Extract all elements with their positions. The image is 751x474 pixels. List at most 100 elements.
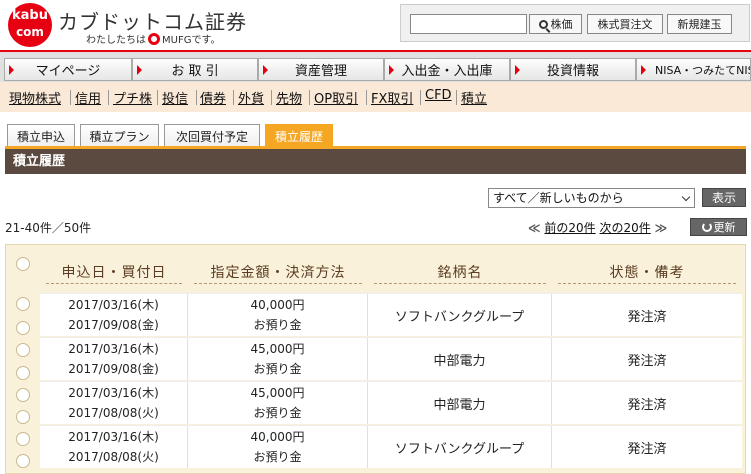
amount: 40,000円 (250, 430, 305, 444)
table-row: 2017/03/16(木) 2017/08/08(火) 45,000円 お預り金 中… (40, 381, 742, 424)
subnav-divider (70, 90, 71, 105)
show-button[interactable]: 表示 (702, 188, 746, 207)
nav-arrow-icon (263, 65, 268, 75)
amount-cell: 45,000円 お預り金 (188, 382, 368, 424)
page-title: 積立履歴 (5, 149, 746, 174)
buy-date: 2017/09/08(金) (68, 318, 159, 332)
subnav-divider (420, 90, 421, 105)
payment-method: お預り金 (253, 450, 302, 464)
header-name: 銘柄名 (368, 253, 552, 290)
subnav-spot-stock[interactable]: 現物株式 (9, 88, 61, 107)
nav-nisa[interactable]: NISA・つみたてNISA (636, 58, 751, 81)
date-cell: 2017/03/16(木) 2017/08/08(火) (40, 382, 188, 424)
sort-select-value: すべて／新しいものから (493, 191, 624, 205)
payment-method: お預り金 (253, 318, 302, 332)
stock-search-input[interactable] (410, 14, 527, 34)
date-cell: 2017/03/16(木) 2017/08/08(火) (40, 426, 188, 468)
next-page-link[interactable]: 次の20件 (600, 221, 651, 235)
nav-assets[interactable]: 資産管理 (258, 58, 384, 81)
nav-arrow-icon (515, 65, 520, 75)
subnav-futures[interactable]: 先物 (276, 88, 302, 107)
subnav-divider (456, 90, 457, 105)
binder-ring-icon (16, 454, 30, 468)
nav-mypage[interactable]: マイページ (4, 58, 132, 81)
refresh-label: 更新 (713, 221, 736, 234)
nav-label: マイページ (35, 64, 101, 79)
nav-info[interactable]: 投資情報 (510, 58, 636, 81)
buy-date: 2017/08/08(火) (68, 406, 159, 420)
prev-page-link[interactable]: 前の20件 (544, 221, 595, 235)
new-position-button[interactable]: 新規建玉 (667, 14, 732, 34)
tab-next-purchase[interactable]: 次回買付予定 (164, 124, 260, 147)
nav-arrow-icon (137, 65, 142, 75)
binder-ring-icon (16, 388, 30, 402)
nav-label: お 取 引 (171, 64, 219, 79)
subnav-divider (366, 90, 367, 105)
date-cell: 2017/03/16(木) 2017/09/08(金) (40, 294, 188, 336)
table-row: 2017/03/16(木) 2017/09/08(金) 45,000円 お預り金 中… (40, 337, 742, 380)
subnav-cfd[interactable]: CFD (425, 88, 452, 103)
subnav-petit-stock[interactable]: プチ株 (113, 88, 152, 107)
header-tools: 株価 株式買注文 新規建玉 (400, 4, 750, 42)
binder-ring-icon (16, 432, 30, 446)
pager: ≪ 前の20件 次の20件 ≫ (528, 219, 667, 236)
stock-name: 中部電力 (368, 382, 552, 424)
nav-deposit[interactable]: 入出金・入出庫 (384, 58, 510, 81)
status: 発注済 (627, 397, 667, 413)
subnav-options[interactable]: OP取引 (314, 88, 358, 107)
nav-arrow-icon (9, 65, 14, 75)
chevron-down-icon (681, 192, 691, 202)
binder-ring-icon (16, 343, 30, 357)
subnav-bond[interactable]: 債券 (200, 88, 226, 107)
binder-ring-icon (16, 321, 30, 335)
stock-buy-order-button[interactable]: 株式買注文 (587, 14, 663, 34)
subnav-fx[interactable]: FX取引 (371, 88, 413, 107)
amount: 45,000円 (250, 342, 305, 356)
nav-arrow-icon (641, 65, 646, 75)
payment-method: お預り金 (253, 406, 302, 420)
sort-select[interactable]: すべて／新しいものから (488, 188, 695, 208)
result-count: 21-40件／50件 (5, 221, 92, 235)
apply-date: 2017/03/16(木) (68, 386, 159, 400)
nav-label: 投資情報 (546, 64, 599, 79)
amount-cell: 40,000円 お預り金 (188, 426, 368, 468)
refresh-button[interactable]: 更新 (690, 218, 747, 236)
next-arrow-icon: ≫ (654, 221, 668, 235)
amount-cell: 40,000円 お預り金 (188, 294, 368, 336)
subnav-divider (309, 90, 310, 105)
subnav-margin[interactable]: 信用 (75, 88, 101, 107)
refresh-icon (701, 222, 712, 232)
nav-arrow-icon (389, 65, 394, 75)
history-table: 申込日・買付日 指定金額・決済方法 銘柄名 状態・備考 2017/03/16(木… (5, 244, 746, 474)
subnav-fund[interactable]: 投信 (162, 88, 188, 107)
binder-ring-icon (16, 257, 30, 271)
header-date: 申込日・買付日 (40, 253, 188, 290)
subnav-divider (108, 90, 109, 105)
prev-arrow-icon: ≪ (528, 221, 541, 235)
apply-date: 2017/03/16(木) (68, 342, 159, 356)
buy-date: 2017/09/08(金) (68, 362, 159, 376)
nav-trade[interactable]: お 取 引 (132, 58, 258, 81)
kabucom-logo[interactable]: kabu com (8, 3, 52, 47)
subnav-divider (233, 90, 234, 105)
tab-plan[interactable]: 積立プラン (80, 124, 159, 147)
binder-ring-icon (16, 366, 30, 380)
stock-name: 中部電力 (368, 338, 552, 380)
search-icon (538, 19, 548, 29)
tagline-brand: MUFG (162, 35, 192, 46)
amount: 40,000円 (250, 298, 305, 312)
stock-price-button[interactable]: 株価 (529, 14, 582, 34)
table-row: 2017/03/16(木) 2017/08/08(火) 40,000円 お預り金 ソ… (40, 425, 742, 468)
status: 発注済 (627, 309, 667, 325)
logo-text-1: kabu (12, 8, 48, 23)
subnav-divider (157, 90, 158, 105)
subnav-accumulation[interactable]: 積立 (461, 88, 487, 107)
stock-name: ソフトバンクグループ (368, 294, 552, 336)
binder-ring-icon (16, 297, 30, 311)
tagline-suffix: です。 (191, 35, 221, 46)
site-header: kabu com カブドットコム証券 わたしたちは MUFGです。 株価 株式買注… (0, 0, 751, 50)
tab-history[interactable]: 積立履歴 (265, 124, 333, 147)
tab-apply[interactable]: 積立申込 (7, 124, 75, 147)
subnav-fx-deposit[interactable]: 外貨 (238, 88, 264, 107)
date-cell: 2017/03/16(木) 2017/09/08(金) (40, 338, 188, 380)
